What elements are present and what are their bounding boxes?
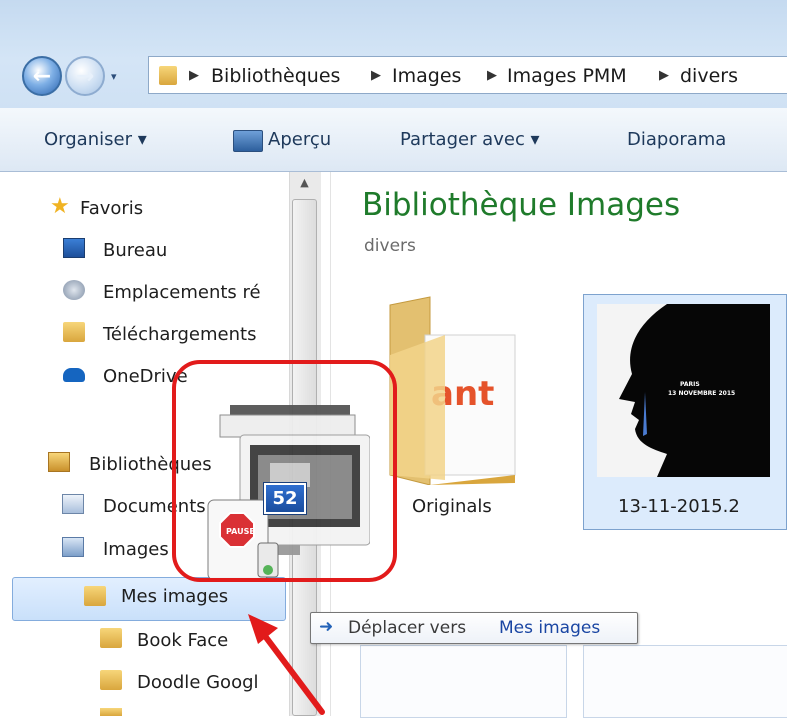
recent-places-icon <box>63 280 85 300</box>
nav-item-recent-places[interactable]: Emplacements ré <box>103 282 288 303</box>
tooltip-action: Déplacer vers <box>348 618 467 638</box>
breadcrumb-separator-icon[interactable]: ▶ <box>487 68 497 83</box>
nav-item-downloads[interactable]: Téléchargements <box>103 324 256 345</box>
nav-item-book-face[interactable]: Book Face <box>137 630 228 651</box>
star-icon: ★ <box>50 194 70 219</box>
organize-button[interactable]: Organiser ▾ <box>44 129 147 150</box>
breadcrumb-separator-icon[interactable]: ▶ <box>659 68 669 83</box>
images-library-icon <box>62 537 84 557</box>
nav-item-images[interactable]: Images <box>103 539 169 560</box>
slideshow-button[interactable]: Diaporama <box>627 129 726 150</box>
folder-icon <box>100 708 122 716</box>
breadcrumb-images[interactable]: Images <box>392 65 461 87</box>
share-button[interactable]: Partager avec ▾ <box>400 129 540 150</box>
thumbnail-caption-city: PARIS <box>680 381 700 388</box>
item-label-originals[interactable]: Originals <box>412 496 492 517</box>
preview-button[interactable]: Aperçu <box>268 129 331 150</box>
forward-button[interactable]: → <box>65 56 105 96</box>
preview-icon <box>233 130 263 152</box>
breadcrumb-separator-icon[interactable]: ▶ <box>189 68 199 83</box>
breadcrumb-divers[interactable]: divers <box>680 65 738 87</box>
back-button[interactable]: ← <box>22 56 62 96</box>
libraries-icon <box>48 452 70 472</box>
drop-tooltip: ➜ Déplacer vers Mes images <box>310 612 638 644</box>
originals-folder-icon[interactable]: ant <box>385 295 520 485</box>
item-label-image[interactable]: 13-11-2015.2 <box>618 496 740 517</box>
folder-tile[interactable] <box>583 645 787 718</box>
scroll-up-arrow-icon[interactable]: ▲ <box>292 176 317 189</box>
annotation-circle <box>172 360 397 582</box>
page-title: Bibliothèque Images <box>362 187 681 223</box>
breadcrumb-libraries[interactable]: Bibliothèques <box>211 65 340 87</box>
downloads-folder-icon <box>63 322 85 342</box>
page-subtitle: divers <box>364 236 416 256</box>
tooltip-target: Mes images <box>499 618 601 638</box>
folder-icon <box>100 628 122 648</box>
breadcrumb[interactable]: ▶ Bibliothèques ▶ Images ▶ Images PMM ▶ … <box>148 56 787 94</box>
nav-item-my-images[interactable]: Mes images <box>121 586 228 607</box>
annotation-arrow-icon <box>248 614 325 715</box>
nav-item-desktop[interactable]: Bureau <box>103 240 167 261</box>
desktop-icon <box>63 238 85 258</box>
address-bar-region: ← → ▾ ▶ Bibliothèques ▶ Images ▶ Images … <box>0 0 787 108</box>
thumbnail-caption-date: 13 NOVEMBRE 2015 <box>668 390 736 397</box>
breadcrumb-separator-icon[interactable]: ▶ <box>371 68 381 83</box>
folder-tile[interactable] <box>360 645 567 718</box>
recent-pages-dropdown[interactable]: ▾ <box>111 70 117 83</box>
cloud-icon <box>63 368 85 382</box>
documents-icon <box>62 494 84 514</box>
back-arrow-icon: ← <box>32 63 52 89</box>
forward-arrow-icon: → <box>75 63 95 89</box>
breadcrumb-images-pmm[interactable]: Images PMM <box>507 65 627 87</box>
folder-icon <box>159 66 177 85</box>
command-toolbar: Organiser ▾ Aperçu Partager avec ▾ Diapo… <box>0 108 787 172</box>
nav-item-favorites[interactable]: Favoris <box>80 198 143 219</box>
folder-icon <box>84 586 106 606</box>
folder-icon <box>100 670 122 690</box>
